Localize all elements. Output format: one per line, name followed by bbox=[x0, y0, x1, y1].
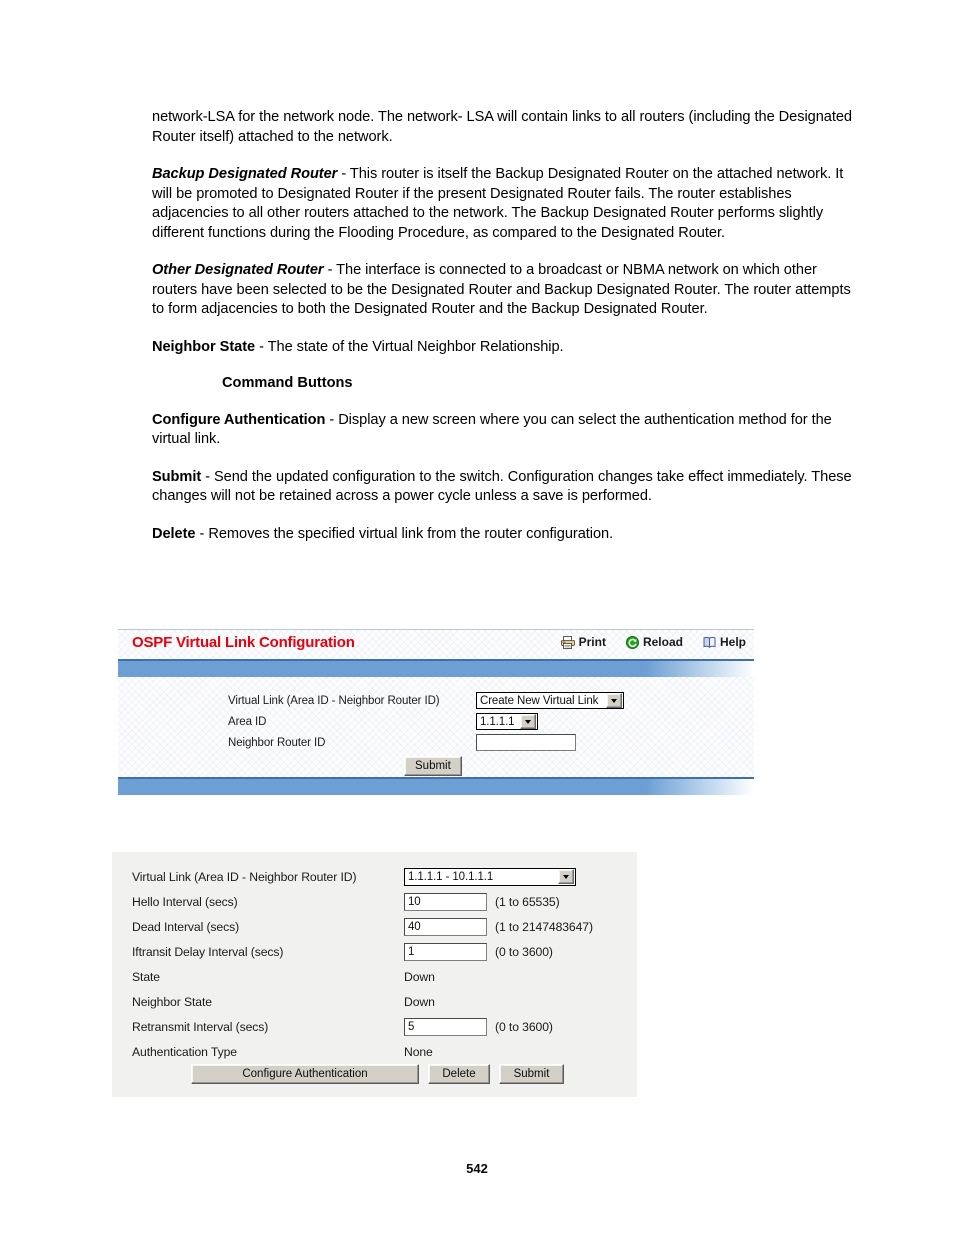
chevron-down-icon bbox=[606, 693, 622, 708]
form-row-area-id: Area ID 1.1.1.1 bbox=[228, 711, 624, 732]
retransmit-interval-range: (0 to 3600) bbox=[495, 1019, 553, 1034]
paragraph-text: - Removes the specified virtual link fro… bbox=[195, 525, 614, 542]
authentication-type-value: None bbox=[404, 1044, 433, 1059]
hello-interval-range: (1 to 65535) bbox=[495, 894, 560, 909]
reload-icon bbox=[625, 635, 639, 649]
help-button[interactable]: Help bbox=[703, 635, 746, 649]
virtual-link-select[interactable]: 1.1.1.1 - 10.1.1.1 bbox=[404, 867, 576, 886]
dead-interval-value: (1 to 2147483647) bbox=[404, 917, 593, 936]
detail-button-row: Configure Authentication Delete Submit bbox=[191, 1064, 564, 1084]
term-configure-authentication: Configure Authentication bbox=[152, 411, 326, 428]
retransmit-interval-input[interactable] bbox=[404, 1017, 487, 1036]
help-label: Help bbox=[719, 635, 746, 649]
footer-accent-bar bbox=[118, 777, 754, 795]
hello-interval-value: (1 to 65535) bbox=[404, 892, 560, 911]
hello-interval-input[interactable] bbox=[404, 892, 487, 911]
area-id-select[interactable]: 1.1.1.1 bbox=[476, 713, 538, 730]
state-value-wrap: Down bbox=[404, 970, 435, 984]
iftransit-delay-interval-label: Iftransit Delay Interval (secs) bbox=[132, 944, 284, 959]
term-neighbor-state: Neighbor State bbox=[152, 338, 256, 355]
iftransit-delay-interval-range: (0 to 3600) bbox=[495, 944, 553, 959]
term-other-designated-router: Other Designated Router bbox=[152, 262, 324, 278]
neighbor-state-label: Neighbor State bbox=[132, 994, 212, 1009]
print-label: Print bbox=[578, 635, 606, 649]
form-row-iftransit-delay-interval: Iftransit Delay Interval (secs) (0 to 36… bbox=[132, 939, 593, 964]
term-submit: Submit bbox=[152, 468, 202, 485]
form-row-hello-interval: Hello Interval (secs) (1 to 65535) bbox=[132, 889, 593, 914]
form-row-virtual-link: Virtual Link (Area ID - Neighbor Router … bbox=[228, 690, 624, 711]
reload-button[interactable]: Reload bbox=[625, 635, 683, 649]
dead-interval-label: Dead Interval (secs) bbox=[132, 919, 240, 934]
neighbor-router-id-input[interactable] bbox=[476, 734, 576, 751]
virtual-link-select[interactable]: Create New Virtual Link bbox=[476, 692, 624, 709]
authentication-type-value-wrap: None bbox=[404, 1045, 433, 1059]
chevron-down-icon bbox=[558, 869, 574, 884]
paragraph-submit: Submit - Send the updated configuration … bbox=[152, 468, 858, 507]
screenshot-title-bar: OSPF Virtual Link Configuration Print Re… bbox=[118, 630, 754, 659]
term-delete: Delete bbox=[152, 525, 196, 542]
area-id-label: Area ID bbox=[228, 715, 267, 728]
paragraph-configure-authentication: Configure Authentication - Display a new… bbox=[152, 411, 858, 450]
state-value: Down bbox=[404, 969, 435, 984]
virtual-link-value: 1.1.1.1 - 10.1.1.1 bbox=[404, 867, 576, 886]
screenshot-virtual-link-detail: Virtual Link (Area ID - Neighbor Router … bbox=[112, 852, 637, 1097]
virtual-link-label: Virtual Link (Area ID - Neighbor Router … bbox=[132, 869, 357, 884]
neighbor-state-value: Down bbox=[404, 994, 435, 1009]
print-button[interactable]: Print bbox=[560, 635, 606, 649]
configure-authentication-button[interactable]: Configure Authentication bbox=[191, 1064, 419, 1084]
form-row-state: State Down bbox=[132, 964, 593, 989]
neighbor-router-id-label: Neighbor Router ID bbox=[228, 736, 326, 749]
reload-label: Reload bbox=[642, 635, 683, 649]
screenshot-create-virtual-link: OSPF Virtual Link Configuration Print Re… bbox=[118, 629, 754, 795]
page-number: 542 bbox=[466, 1161, 488, 1176]
form-row-neighbor-router-id: Neighbor Router ID bbox=[228, 732, 624, 753]
paragraph-text: - Send the updated configuration to the … bbox=[152, 468, 852, 505]
submit-button[interactable]: Submit bbox=[499, 1064, 564, 1084]
create-virtual-link-form: Virtual Link (Area ID - Neighbor Router … bbox=[228, 690, 624, 753]
neighbor-state-value-wrap: Down bbox=[404, 995, 435, 1009]
screenshot-toolbar: Print Reload Help bbox=[560, 635, 746, 649]
subheading-command-buttons: Command Buttons bbox=[222, 375, 353, 391]
dead-interval-range: (1 to 2147483647) bbox=[495, 919, 593, 934]
form-row-dead-interval: Dead Interval (secs) (1 to 2147483647) bbox=[132, 914, 593, 939]
term-backup-designated-router: Backup Designated Router bbox=[152, 166, 338, 182]
paragraph-other-designated-router: Other Designated Router - The interface … bbox=[152, 261, 858, 320]
hello-interval-label: Hello Interval (secs) bbox=[132, 894, 238, 909]
paragraph-delete: Delete - Removes the specified virtual l… bbox=[152, 525, 858, 545]
paragraph-network-lsa: network-LSA for the network node. The ne… bbox=[152, 108, 858, 147]
form-row-retransmit-interval: Retransmit Interval (secs) (0 to 3600) bbox=[132, 1014, 593, 1039]
area-id-select-value: 1.1.1.1 bbox=[480, 715, 515, 728]
iftransit-delay-interval-value: (0 to 3600) bbox=[404, 942, 553, 961]
screenshot-form-body: Virtual Link (Area ID - Neighbor Router … bbox=[118, 677, 754, 777]
virtual-link-select-value: 1.1.1.1 - 10.1.1.1 bbox=[408, 870, 494, 883]
form-row-neighbor-state: Neighbor State Down bbox=[132, 989, 593, 1014]
paragraph-backup-designated-router: Backup Designated Router - This router i… bbox=[152, 165, 858, 243]
help-icon bbox=[703, 636, 716, 649]
delete-button[interactable]: Delete bbox=[428, 1064, 490, 1084]
retransmit-interval-label: Retransmit Interval (secs) bbox=[132, 1019, 269, 1034]
title-accent-bar bbox=[118, 659, 754, 677]
print-icon bbox=[560, 635, 575, 649]
virtual-link-select-value: Create New Virtual Link bbox=[480, 694, 599, 707]
submit-button-wrap: Submit bbox=[404, 756, 462, 776]
dead-interval-input[interactable] bbox=[404, 917, 487, 936]
state-label: State bbox=[132, 969, 160, 984]
iftransit-delay-interval-input[interactable] bbox=[404, 942, 487, 961]
form-row-authentication-type: Authentication Type None bbox=[132, 1039, 593, 1064]
virtual-link-label: Virtual Link (Area ID - Neighbor Router … bbox=[228, 694, 440, 707]
retransmit-interval-value: (0 to 3600) bbox=[404, 1017, 553, 1036]
virtual-link-detail-form: Virtual Link (Area ID - Neighbor Router … bbox=[132, 864, 593, 1064]
submit-button[interactable]: Submit bbox=[404, 756, 462, 776]
paragraph-text: - The state of the Virtual Neighbor Rela… bbox=[255, 338, 564, 355]
document-body: network-LSA for the network node. The ne… bbox=[152, 108, 858, 562]
chevron-down-icon bbox=[520, 714, 536, 729]
paragraph-text: network-LSA for the network node. The ne… bbox=[152, 109, 852, 145]
page-title: OSPF Virtual Link Configuration bbox=[132, 634, 355, 651]
form-row-virtual-link: Virtual Link (Area ID - Neighbor Router … bbox=[132, 864, 593, 889]
authentication-type-label: Authentication Type bbox=[132, 1044, 237, 1059]
paragraph-neighbor-state: Neighbor State - The state of the Virtua… bbox=[152, 338, 858, 358]
